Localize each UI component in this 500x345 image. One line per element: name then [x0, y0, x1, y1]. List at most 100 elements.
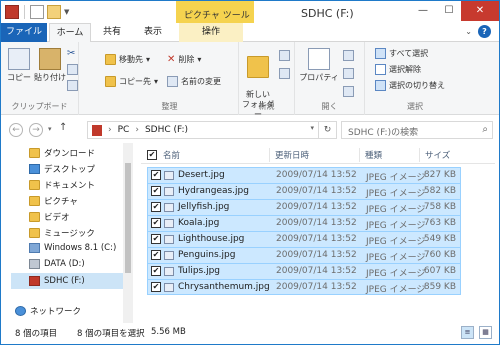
rename-button[interactable]: 名前の変更 — [167, 76, 221, 87]
row-checkbox[interactable]: ✔ — [151, 266, 161, 276]
select-all-button[interactable]: すべて選択 — [375, 48, 428, 59]
close-button[interactable]: ✕ — [461, 1, 499, 21]
minimize-button[interactable]: — — [411, 1, 435, 21]
new-item-icon[interactable] — [279, 50, 290, 61]
large-icons-view-button[interactable]: ▦ — [479, 326, 492, 339]
details-view-button[interactable]: ≡ — [461, 326, 474, 339]
file-row[interactable]: ✔ Koala.jpg 2009/07/14 13:52 JPEG イメージ 7… — [147, 215, 461, 231]
nav-pane-scrollbar[interactable] — [123, 143, 133, 324]
column-name[interactable]: 名前 — [163, 149, 180, 161]
group-label-select: 選択 — [407, 102, 423, 111]
file-name: Koala.jpg — [178, 218, 220, 228]
new-folder-icon[interactable] — [47, 5, 61, 19]
row-checkbox[interactable]: ✔ — [151, 186, 161, 196]
paste-button[interactable]: 貼り付け — [33, 48, 67, 83]
status-item-count: 8 個の項目 — [15, 329, 58, 339]
file-row[interactable]: ✔ Tulips.jpg 2009/07/14 13:52 JPEG イメージ … — [147, 263, 461, 279]
column-divider[interactable] — [419, 148, 420, 162]
delete-button[interactable]: ✕ 削除 ▾ — [167, 54, 201, 65]
search-input[interactable]: SDHC (F:)の検索 ⌕ — [341, 121, 493, 139]
column-size[interactable]: サイズ — [425, 149, 450, 161]
ribbon-controls: ⌄ ? — [465, 25, 491, 38]
nav-item-downloads[interactable]: ダウンロード — [29, 147, 95, 159]
scrollbar-thumb[interactable] — [125, 163, 131, 273]
file-type: JPEG イメージ — [366, 205, 426, 215]
nav-item-desktop[interactable]: デスクトップ — [29, 163, 95, 175]
nav-item-documents[interactable]: ドキュメント — [29, 179, 95, 191]
edit-icon[interactable] — [343, 68, 354, 79]
file-name: Desert.jpg — [178, 170, 225, 180]
row-checkbox[interactable]: ✔ — [151, 202, 161, 212]
back-button[interactable]: ← — [9, 123, 23, 137]
music-folder-icon — [29, 228, 40, 238]
breadcrumb-sdhc[interactable]: SDHC (F:) — [145, 125, 188, 135]
file-row[interactable]: ✔ Penguins.jpg 2009/07/14 13:52 JPEG イメー… — [147, 247, 461, 263]
up-arrow-icon[interactable]: ↑ — [59, 122, 67, 133]
properties-icon[interactable] — [30, 5, 44, 19]
easy-access-icon[interactable] — [279, 68, 290, 79]
column-type[interactable]: 種類 — [365, 149, 382, 161]
row-checkbox[interactable]: ✔ — [151, 250, 161, 260]
row-checkbox[interactable]: ✔ — [151, 234, 161, 244]
file-row[interactable]: ✔ Hydrangeas.jpg 2009/07/14 13:52 JPEG イ… — [147, 183, 461, 199]
forward-button[interactable]: → — [29, 123, 43, 137]
column-divider[interactable] — [359, 148, 360, 162]
group-label-new: 新規 — [258, 102, 275, 111]
select-none-icon — [375, 64, 386, 75]
file-row[interactable]: ✔ Jellyfish.jpg 2009/07/14 13:52 JPEG イメ… — [147, 199, 461, 215]
properties-button[interactable]: プロパティ — [299, 48, 339, 83]
chevron-down-icon[interactable]: ▾ — [310, 124, 314, 132]
tab-file[interactable]: ファイル — [1, 23, 47, 42]
invert-selection-label: 選択の切り替え — [389, 81, 445, 90]
nav-item-drive-d[interactable]: DATA (D:) — [29, 259, 85, 269]
copy-icon — [8, 48, 30, 70]
move-to-button[interactable]: 移動先 ▾ — [105, 54, 150, 65]
group-open: プロパティ 開く — [295, 42, 365, 115]
select-none-button[interactable]: 選択解除 — [375, 64, 421, 75]
open-icon[interactable] — [343, 50, 354, 61]
invert-selection-button[interactable]: 選択の切り替え — [375, 80, 445, 91]
tab-view[interactable]: 表示 — [133, 23, 173, 42]
nav-item-drive-c[interactable]: Windows 8.1 (C:) — [29, 243, 116, 253]
help-icon[interactable]: ? — [478, 25, 491, 38]
breadcrumb-pc[interactable]: PC — [118, 125, 130, 135]
file-name: Tulips.jpg — [178, 266, 221, 276]
nav-item-music[interactable]: ミュージック — [29, 227, 95, 239]
file-row[interactable]: ✔ Desert.jpg 2009/07/14 13:52 JPEG イメージ … — [147, 167, 461, 183]
navigation-bar: ← → ▾ ↑ › PC › SDHC (F:) ▾ ↻ SDHC (F:)の検… — [1, 119, 499, 141]
nav-item-pictures[interactable]: ピクチャ — [29, 195, 78, 207]
ribbon-tabs: ファイル ホーム 共有 表示 操作 ⌄ ? — [1, 23, 499, 43]
tab-manage[interactable]: 操作 — [179, 23, 243, 42]
tab-share[interactable]: 共有 — [93, 23, 131, 42]
copy-path-icon[interactable] — [67, 64, 78, 75]
chevron-down-icon[interactable]: ⌄ — [465, 27, 472, 36]
row-checkbox[interactable]: ✔ — [151, 282, 161, 292]
chevron-down-icon[interactable]: ▾ — [48, 125, 52, 133]
pictures-folder-icon — [29, 196, 40, 206]
copy-to-button[interactable]: コピー先 ▾ — [105, 76, 158, 87]
nav-item-videos[interactable]: ビデオ — [29, 211, 70, 223]
column-date[interactable]: 更新日時 — [275, 149, 309, 161]
copy-button[interactable]: コピー — [5, 48, 33, 83]
paste-shortcut-icon[interactable] — [67, 80, 78, 91]
history-icon[interactable] — [343, 86, 354, 97]
column-divider[interactable] — [269, 148, 270, 162]
group-select: すべて選択 選択解除 選択の切り替え 選択 — [365, 42, 465, 115]
maximize-button[interactable]: ☐ — [437, 1, 461, 21]
row-checkbox[interactable]: ✔ — [151, 218, 161, 228]
chevron-down-icon[interactable]: ▼ — [64, 8, 69, 16]
tab-home[interactable]: ホーム — [49, 23, 91, 43]
file-row[interactable]: ✔ Lighthouse.jpg 2009/07/14 13:52 JPEG イ… — [147, 231, 461, 247]
row-checkbox[interactable]: ✔ — [151, 170, 161, 180]
cut-icon[interactable]: ✂ — [67, 48, 78, 59]
file-row[interactable]: ✔ Chrysanthemum.jpg 2009/07/14 13:52 JPE… — [147, 279, 461, 295]
file-type: JPEG イメージ — [366, 189, 426, 199]
select-all-checkbox[interactable]: ✔ — [147, 150, 157, 160]
file-type: JPEG イメージ — [366, 269, 426, 279]
sd-card-icon — [29, 276, 40, 286]
nav-item-sdhc[interactable]: SDHC (F:) — [11, 273, 123, 289]
refresh-button[interactable]: ↻ — [318, 122, 336, 138]
address-bar[interactable]: › PC › SDHC (F:) ▾ ↻ — [87, 121, 337, 139]
ribbon: コピー 貼り付け ✂ クリップボード 移動先 ▾ コピー先 ▾ ✕ 削除 ▾ 名… — [1, 42, 499, 119]
nav-item-network[interactable]: ネットワーク — [15, 305, 81, 317]
